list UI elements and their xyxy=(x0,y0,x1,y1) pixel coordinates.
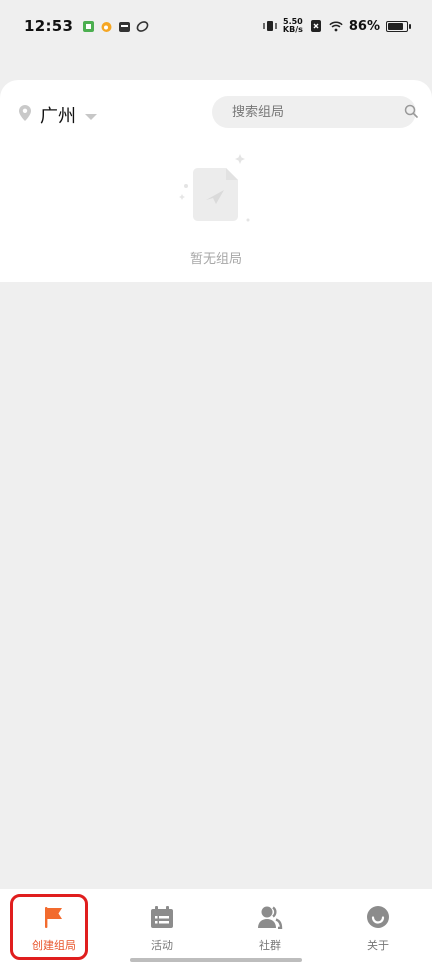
smile-icon xyxy=(366,905,390,933)
tab-about[interactable]: 关于 xyxy=(324,889,432,964)
tab-label: 活动 xyxy=(151,939,173,952)
link-app-icon xyxy=(135,19,149,33)
chevron-down-icon xyxy=(84,106,98,125)
search-bar[interactable] xyxy=(212,96,418,128)
battery-icon xyxy=(386,20,411,32)
flag-icon xyxy=(42,905,66,933)
calendar-list-icon xyxy=(150,905,174,933)
box-app-icon xyxy=(117,19,131,33)
search-input[interactable] xyxy=(230,103,404,121)
net-speed: 5.50 KB/s xyxy=(283,18,303,34)
weibo-icon xyxy=(99,19,113,33)
tab-create-group[interactable]: 创建组局 xyxy=(0,889,108,964)
tab-label: 关于 xyxy=(367,939,389,952)
tab-label: 创建组局 xyxy=(32,939,76,952)
battery-fill xyxy=(388,22,403,30)
search-icon[interactable] xyxy=(404,103,418,122)
battery-percent: 86% xyxy=(348,18,380,34)
notification-icons xyxy=(81,19,149,33)
tab-community[interactable]: 社群 xyxy=(216,889,324,964)
app-notification-icon xyxy=(81,19,95,33)
home-indicator xyxy=(130,958,302,962)
location-pin-icon xyxy=(18,104,32,126)
bottom-tab-bar: 创建组局 活动 社群 关于 xyxy=(0,889,432,964)
wifi-icon xyxy=(329,19,343,33)
empty-state-text: 暂无组局 xyxy=(189,252,242,267)
tab-label: 社群 xyxy=(259,939,281,952)
status-bar: 12:53 5.50 KB/s 86% xyxy=(0,0,432,52)
status-time: 12:53 xyxy=(24,17,74,35)
main-card: 广州 暂无组局 xyxy=(0,80,432,282)
city-selector[interactable]: 广州 xyxy=(18,102,98,128)
net-speed-unit: KB/s xyxy=(282,25,303,34)
status-right: 5.50 KB/s 86% xyxy=(263,18,411,34)
no-sim-icon xyxy=(309,19,323,33)
vibrate-icon xyxy=(263,19,277,33)
city-name: 广州 xyxy=(40,106,76,127)
empty-document-icon xyxy=(176,150,256,230)
tab-activities[interactable]: 活动 xyxy=(108,889,216,964)
users-icon xyxy=(257,905,283,933)
